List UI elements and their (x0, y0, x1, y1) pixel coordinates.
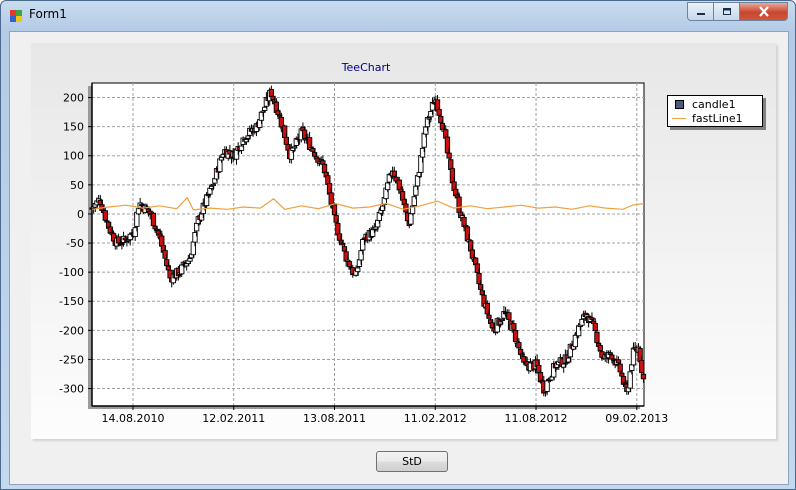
candle-body (597, 345, 603, 352)
x-tick-label: 11.02.2012 (404, 412, 467, 425)
close-icon (758, 6, 769, 17)
candle-body (486, 314, 492, 319)
std-button[interactable]: StD (376, 451, 448, 472)
close-button[interactable] (740, 2, 788, 21)
minimize-button[interactable] (687, 2, 714, 21)
x-tick-label: 14.08.2010 (101, 412, 164, 425)
y-tick-label: -250 (59, 353, 84, 366)
legend-item-fastline1: fastLine1 (672, 111, 743, 125)
window-title: Form1 (29, 7, 67, 21)
y-tick-label: 0 (77, 208, 84, 221)
y-tick-label: 200 (63, 92, 84, 105)
x-tick-label: 13.08.2011 (303, 412, 366, 425)
legend-label-candle1: candle1 (692, 97, 736, 111)
line-legend-symbol (672, 113, 686, 123)
std-button-label: StD (402, 455, 422, 468)
y-tick-label: -200 (59, 324, 84, 337)
form-client-area: TeeChart 200 150 100 50 0 -50 -100 -150 -200 -250… (9, 31, 789, 485)
candle-legend-symbol (672, 99, 686, 109)
legend-label-fastline1: fastLine1 (692, 111, 743, 125)
x-tick-label: 09.02.2013 (605, 412, 668, 425)
winforms-app-icon (10, 10, 22, 22)
candle-body (135, 208, 142, 215)
app-window: Form1 TeeChart 200 150 100 50 0 -50 -100 -150 -2… (0, 0, 796, 490)
candle-body (639, 359, 645, 374)
y-tick-label: -150 (59, 295, 84, 308)
candle-body (446, 152, 452, 159)
y-tick-label: 150 (63, 121, 84, 134)
candle-body (640, 373, 647, 380)
x-tick-label: 11.08.2012 (505, 412, 568, 425)
maximize-button[interactable] (714, 2, 740, 21)
candle-body (102, 210, 108, 221)
minimize-icon (696, 12, 705, 15)
y-tick-label: 100 (63, 150, 84, 163)
x-tick-label: 12.02.2011 (202, 412, 265, 425)
maximize-icon (722, 7, 731, 15)
legend-item-candle1: candle1 (672, 97, 736, 111)
y-tick-label: -50 (66, 237, 84, 250)
y-tick-label: 50 (70, 179, 84, 192)
title-bar[interactable]: Form1 (1, 1, 795, 31)
y-tick-label: -300 (59, 383, 84, 396)
candle-body (506, 312, 512, 320)
candle-body (150, 212, 157, 227)
y-tick-label: -100 (59, 266, 84, 279)
candle-body (328, 192, 334, 205)
teechart-panel: TeeChart 200 150 100 50 0 -50 -100 -150 -200 -250… (31, 43, 776, 439)
chart-plot: 200 150 100 50 0 -50 -100 -150 -200 -250 -300 14.08… (59, 82, 668, 425)
chart-legend: candle1 fastLine1 (667, 95, 763, 127)
